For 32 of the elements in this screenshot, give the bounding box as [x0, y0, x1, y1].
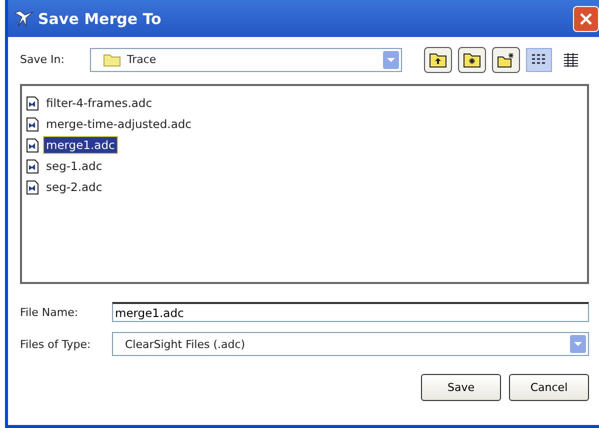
file-item[interactable]: merge1.adc [43, 136, 118, 154]
file-type-dropdown[interactable]: ClearSight Files (.adc) [112, 332, 589, 356]
file-item[interactable]: seg-1.adc [43, 157, 106, 175]
file-icon [26, 96, 39, 110]
up-folder-icon [429, 52, 447, 68]
file-icon [26, 158, 39, 174]
list-view-icon [531, 52, 547, 66]
new-folder-button[interactable] [492, 46, 520, 72]
close-button[interactable] [573, 6, 599, 32]
file-icon [26, 138, 39, 152]
list-view-button[interactable] [526, 48, 552, 72]
new-folder-icon [497, 52, 515, 68]
file-type-label: Files of Type: [20, 338, 92, 350]
save-in-dropdown[interactable]: Trace [90, 48, 402, 72]
file-item[interactable]: filter-4-frames.adc [43, 94, 156, 112]
up-folder-button[interactable] [424, 46, 452, 72]
app-icon [14, 10, 34, 28]
file-item[interactable]: merge-time-adjusted.adc [43, 115, 194, 133]
save-button[interactable]: Save [421, 374, 501, 401]
save-in-label: Save In: [20, 53, 66, 66]
file-icon [26, 116, 39, 132]
file-icon [26, 180, 39, 194]
folder-star-icon [463, 52, 481, 68]
home-folder-button[interactable] [458, 46, 486, 72]
cancel-button[interactable]: Cancel [509, 374, 589, 401]
file-name-field[interactable]: merge1.adc [112, 302, 589, 322]
details-view-icon [563, 52, 579, 66]
close-icon [580, 12, 592, 24]
folder-icon [103, 52, 121, 66]
window-title: Save Merge To [38, 10, 162, 28]
file-item[interactable]: seg-2.adc [43, 178, 106, 196]
file-name-label: File Name: [20, 306, 80, 318]
